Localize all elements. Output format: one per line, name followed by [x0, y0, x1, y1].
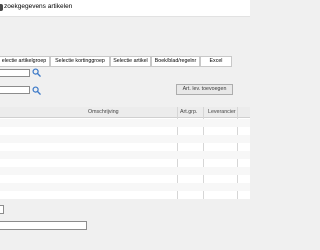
table-row[interactable] [0, 135, 250, 143]
table-row[interactable] [0, 191, 250, 199]
column-leverancier[interactable]: Leverancier [208, 109, 236, 115]
table-row[interactable] [0, 167, 250, 175]
table-row[interactable] [0, 159, 250, 167]
tab-strip: electie artikelgroep Selectie kortinggro… [0, 56, 232, 66]
table-row[interactable] [0, 127, 250, 135]
tab-boek-blad-regelnr[interactable]: Boek/blad/regelnr [151, 56, 200, 66]
article-search-window: zoekgegevens artikelen electie artikelgr… [0, 0, 250, 250]
search-field-2[interactable] [0, 86, 30, 94]
tab-selectie-artikelgroep[interactable]: electie artikelgroep [0, 56, 50, 66]
table-row[interactable] [0, 183, 250, 191]
search-icon[interactable] [32, 86, 41, 95]
tab-excel[interactable]: Excel [200, 56, 232, 66]
tab-selectie-artikel[interactable]: Selectie artikel [110, 56, 151, 66]
tab-selectie-kortinggroep[interactable]: Selectie kortinggroep [50, 56, 110, 66]
table-row[interactable] [0, 175, 250, 183]
search-icon[interactable] [32, 68, 41, 77]
search-field-1[interactable] [0, 69, 30, 77]
app-icon [0, 4, 3, 11]
title-bar: zoekgegevens artikelen [0, 0, 250, 17]
article-grid[interactable]: Omschrijving Art.grp. Leverancier [0, 107, 250, 199]
grid-header: Omschrijving Art.grp. Leverancier [0, 107, 250, 118]
add-supplier-article-button[interactable]: Art. lev. toevoegen [176, 84, 233, 95]
table-row[interactable] [0, 143, 250, 151]
table-row[interactable] [0, 119, 250, 127]
column-omschrijving[interactable]: Omschrijving [88, 109, 119, 115]
table-row[interactable] [0, 151, 250, 159]
tab-divider [0, 66, 232, 67]
small-checkbox[interactable] [0, 205, 4, 214]
column-artgrp[interactable]: Art.grp. [180, 109, 197, 115]
window-title: zoekgegevens artikelen [4, 3, 73, 10]
bottom-text-field[interactable] [0, 221, 87, 230]
